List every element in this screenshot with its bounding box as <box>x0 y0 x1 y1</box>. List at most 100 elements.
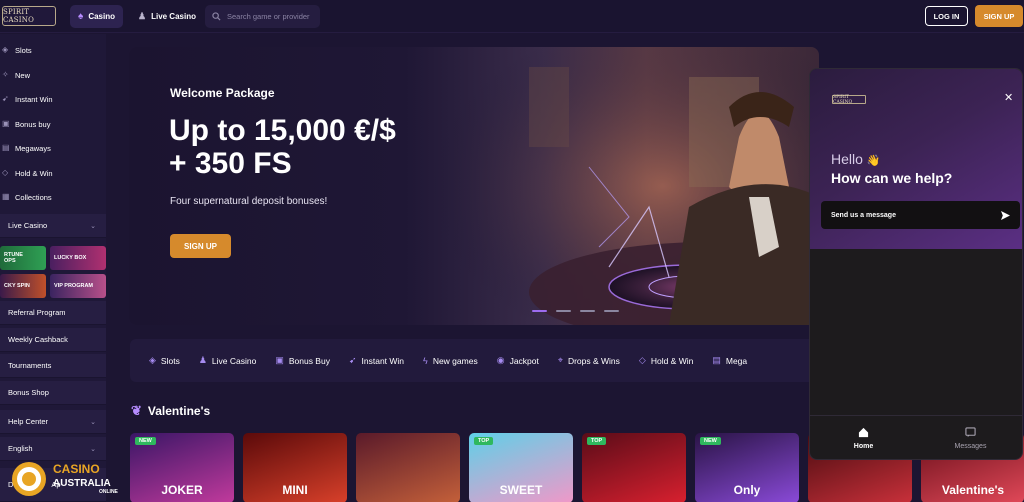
game-card[interactable]: MINI <box>243 433 347 502</box>
casino-australia-logo: CASINO AUSTRALIA ONLINE <box>12 462 119 496</box>
hero-signup-button[interactable]: SIGN UP <box>170 234 231 258</box>
game-badge: TOP <box>474 437 494 445</box>
rocket-icon: ➹ <box>2 94 9 103</box>
signup-button[interactable]: SIGN UP <box>975 5 1023 27</box>
slide-dot[interactable] <box>556 310 571 312</box>
tile-lucky-box[interactable]: LUCKY BOX <box>50 246 106 270</box>
collections-icon: ▦ <box>2 192 10 201</box>
slide-indicators <box>532 310 619 312</box>
sidebar-help-center[interactable]: Help Center ⌄ <box>0 410 106 434</box>
chat-header: SPIRIT CASINO ✕ Hello 👋 How can we help?… <box>810 69 1022 249</box>
chat-tab-home[interactable]: Home <box>810 416 917 459</box>
game-title: SWEET <box>499 483 543 497</box>
chevron-down-icon: ⌄ <box>90 418 96 426</box>
chat-footer: Home Messages <box>810 415 1022 459</box>
search-input[interactable]: Search game or provider <box>205 5 320 28</box>
slide-dot[interactable] <box>604 310 619 312</box>
category-new-games[interactable]: ϟ New games <box>423 356 478 366</box>
hold-icon: ◇ <box>2 168 9 177</box>
category-drops-wins[interactable]: ⌖ Drops & Wins <box>558 355 620 366</box>
game-card[interactable]: NEW JOKER <box>130 433 234 502</box>
category-live-casino[interactable]: ♟ Live Casino <box>199 355 257 366</box>
hold-icon: ◇ <box>638 355 646 365</box>
wave-icon: 👋 <box>866 155 881 167</box>
gift-icon: ▣ <box>2 119 10 128</box>
game-card[interactable]: NEW Only <box>695 433 799 502</box>
game-title: Valentine's <box>941 483 1005 497</box>
game-card[interactable]: TOP <box>582 433 686 502</box>
sidebar-item-instant-win[interactable]: ➹ Instant Win <box>0 88 106 110</box>
spade-icon: ♠ <box>78 11 84 22</box>
chat-tab-messages[interactable]: Messages <box>917 416 1022 459</box>
hero-banner[interactable]: Welcome Package Up to 15,000 €/$ + 350 F… <box>129 47 819 325</box>
heart-icon: ❦ <box>131 403 142 418</box>
sidebar-bonus-shop[interactable]: Bonus Shop <box>0 381 106 405</box>
hero-title: Up to 15,000 €/$ + 350 FS <box>169 114 396 180</box>
tab-casino[interactable]: ♠ Casino <box>70 5 123 28</box>
game-title: Only <box>733 483 761 497</box>
slot-icon: ◈ <box>2 45 9 54</box>
category-hold-win[interactable]: ◇ Hold & Win <box>639 355 693 366</box>
game-title: JOKER <box>161 483 203 497</box>
sidebar-item-new[interactable]: ✧ New <box>0 64 106 86</box>
hero-subtitle: Welcome Package <box>170 86 275 100</box>
home-icon <box>858 427 869 438</box>
sidebar-referral-program[interactable]: Referral Program <box>0 301 106 325</box>
category-instant-win[interactable]: ➹ Instant Win <box>349 355 404 366</box>
rocket-icon: ➹ <box>348 355 357 365</box>
drops-icon: ⌖ <box>557 355 563 365</box>
dealer-icon: ♟ <box>198 355 207 365</box>
game-badge: TOP <box>587 437 607 445</box>
chat-widget: SPIRIT CASINO ✕ Hello 👋 How can we help?… <box>809 68 1023 460</box>
slot-icon: ◈ <box>149 355 156 365</box>
hero-description: Four supernatural deposit bonuses! <box>170 196 328 207</box>
dealer-icon: ♟ <box>138 11 147 21</box>
sidebar-language-select[interactable]: English ⌄ <box>0 437 106 461</box>
sidebar-live-casino[interactable]: Live Casino ⌄ <box>0 214 106 238</box>
tile-vip-program[interactable]: VIP PROGRAM <box>50 274 106 298</box>
watermark-line-3: ONLINE <box>99 489 119 495</box>
game-card[interactable] <box>356 433 460 502</box>
chat-logo: SPIRIT CASINO <box>832 95 866 105</box>
sidebar-item-collections[interactable]: ▦ Collections <box>0 186 106 208</box>
slide-dot[interactable] <box>580 310 595 312</box>
sidebar: ◈ Slots ✧ New ➹ Instant Win ▣ Bonus buy ▤ Meg… <box>0 34 106 502</box>
new-icon: ✧ <box>2 70 9 79</box>
login-button[interactable]: LOG IN <box>925 6 968 26</box>
tile-lucky-spin[interactable]: CKY SPIN <box>0 274 46 298</box>
watermark-line-1: CASINO <box>53 462 100 476</box>
category-bar: ◈ Slots ♟ Live Casino ▣ Bonus Buy ➹ Instant … <box>130 339 820 382</box>
megaways-icon: ▤ <box>2 143 10 152</box>
search-icon <box>212 12 221 21</box>
category-bonus-buy[interactable]: ▣ Bonus Buy <box>275 355 330 366</box>
sidebar-item-megaways[interactable]: ▤ Megaways <box>0 137 106 159</box>
sidebar-item-slots[interactable]: ◈ Slots <box>0 39 106 61</box>
category-jackpot[interactable]: ◉ Jackpot <box>497 355 539 366</box>
chat-question: How can we help? <box>831 170 953 186</box>
sidebar-tournaments[interactable]: Tournaments <box>0 354 106 378</box>
game-title: MINI <box>282 483 308 497</box>
game-badge: NEW <box>700 437 721 445</box>
close-icon[interactable]: ✕ <box>1004 91 1013 104</box>
game-card[interactable]: TOP SWEET <box>469 433 573 502</box>
send-icon <box>1001 210 1010 220</box>
category-megaways[interactable]: ▤ Mega <box>712 355 747 366</box>
tile-fortune-drops[interactable]: RTUNE OPS <box>0 246 46 270</box>
chat-greeting: Hello 👋 <box>831 151 881 167</box>
game-badge: NEW <box>135 437 156 445</box>
tab-live-casino[interactable]: ♟ Live Casino <box>130 5 204 28</box>
sidebar-item-bonus-buy[interactable]: ▣ Bonus buy <box>0 113 106 135</box>
chevron-down-icon: ⌄ <box>90 445 96 453</box>
top-bar: SPIRIT CASINO ♠ Casino ♟ Live Casino Sea… <box>0 0 1024 33</box>
spirit-casino-logo[interactable]: SPIRIT CASINO <box>2 6 56 26</box>
slide-dot[interactable] <box>532 310 547 312</box>
gift-icon: ▣ <box>275 355 284 365</box>
section-title: ❦ Valentine's <box>131 403 211 418</box>
watermark-line-2: AUSTRALIA <box>53 478 111 489</box>
bolt-icon: ϟ <box>423 355 428 366</box>
category-slots[interactable]: ◈ Slots <box>149 355 180 366</box>
messages-icon <box>965 427 976 438</box>
sidebar-weekly-cashback[interactable]: Weekly Cashback <box>0 328 106 352</box>
send-message-button[interactable]: Send us a message <box>821 201 1020 229</box>
sidebar-item-hold-win[interactable]: ◇ Hold & Win <box>0 162 106 184</box>
